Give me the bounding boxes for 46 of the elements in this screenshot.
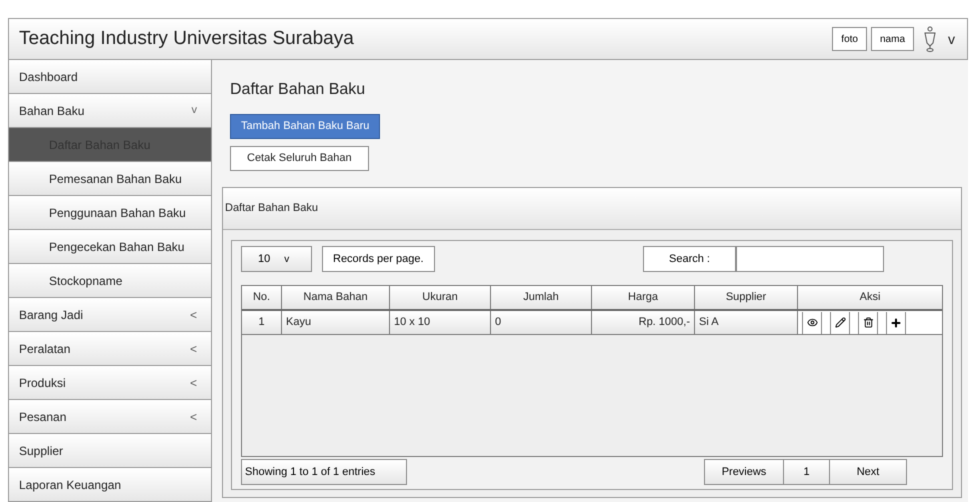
name-button[interactable]: nama — [870, 27, 914, 51]
sidebar-item[interactable]: Barang Jadi < — [9, 298, 211, 332]
search-label: Search : — [643, 246, 736, 272]
table-cell: Rp. 1000,- — [592, 311, 695, 334]
page-button[interactable]: 1 — [784, 459, 829, 485]
table-cell: 1 — [242, 311, 282, 334]
column-header: Ukuran — [390, 286, 491, 309]
sidebar-item[interactable]: Pemesanan Bahan Baku — [9, 162, 211, 196]
table-cell: Si A — [695, 311, 798, 334]
records-label: Records per page. — [322, 246, 434, 272]
sidebar-item[interactable]: Supplier — [9, 434, 211, 468]
column-header: Nama Bahan — [282, 286, 390, 309]
sidebar-item[interactable]: Stockopname — [9, 264, 211, 298]
plus-icon[interactable] — [890, 316, 902, 328]
sidebar-item[interactable]: Dashboard — [9, 60, 211, 94]
search-field[interactable] — [736, 246, 884, 272]
sidebar-item[interactable]: Bahan Baku v — [9, 94, 211, 128]
column-header: Jumlah — [491, 286, 592, 309]
user-icon[interactable] — [924, 26, 936, 52]
add-button[interactable]: Tambah Bahan Baku Baru — [230, 114, 380, 139]
table-cell: 0 — [491, 311, 592, 334]
column-header: No. — [242, 286, 282, 309]
page-title: Daftar Bahan Baku — [230, 80, 366, 100]
pencil-icon[interactable] — [834, 317, 846, 328]
sidebar-item[interactable]: Peralatan < — [9, 332, 211, 366]
sidebar-item[interactable]: Laporan Keuangan — [9, 468, 211, 502]
previous-button[interactable]: Previews — [704, 459, 784, 485]
eye-icon[interactable] — [806, 317, 818, 328]
print-button[interactable]: Cetak Seluruh Bahan — [230, 146, 369, 171]
column-header: Aksi — [798, 286, 942, 309]
column-header: Harga — [592, 286, 695, 309]
table-cell: 10 x 10 — [390, 311, 491, 334]
sidebar-item[interactable]: Pesanan < — [9, 400, 211, 434]
page-size-select[interactable]: 10 v — [241, 246, 312, 272]
panel-title: Daftar Bahan Baku — [225, 201, 318, 216]
sidebar-item[interactable]: Penggunaan Bahan Baku — [9, 196, 211, 230]
table-cell: Kayu — [282, 311, 390, 334]
app-title: Teaching Industry Universitas Surabaya — [19, 26, 355, 51]
photo-button[interactable]: foto — [832, 27, 867, 51]
menu-caret[interactable]: v — [948, 28, 955, 50]
sidebar-item[interactable]: Pengecekan Bahan Baku — [9, 230, 211, 264]
trash-icon[interactable] — [862, 317, 874, 328]
column-header: Supplier — [695, 286, 798, 309]
entries-info: Showing 1 to 1 of 1 entries — [241, 459, 407, 485]
next-button[interactable]: Next — [829, 459, 907, 485]
sidebar-item[interactable]: Produksi < — [9, 366, 211, 400]
